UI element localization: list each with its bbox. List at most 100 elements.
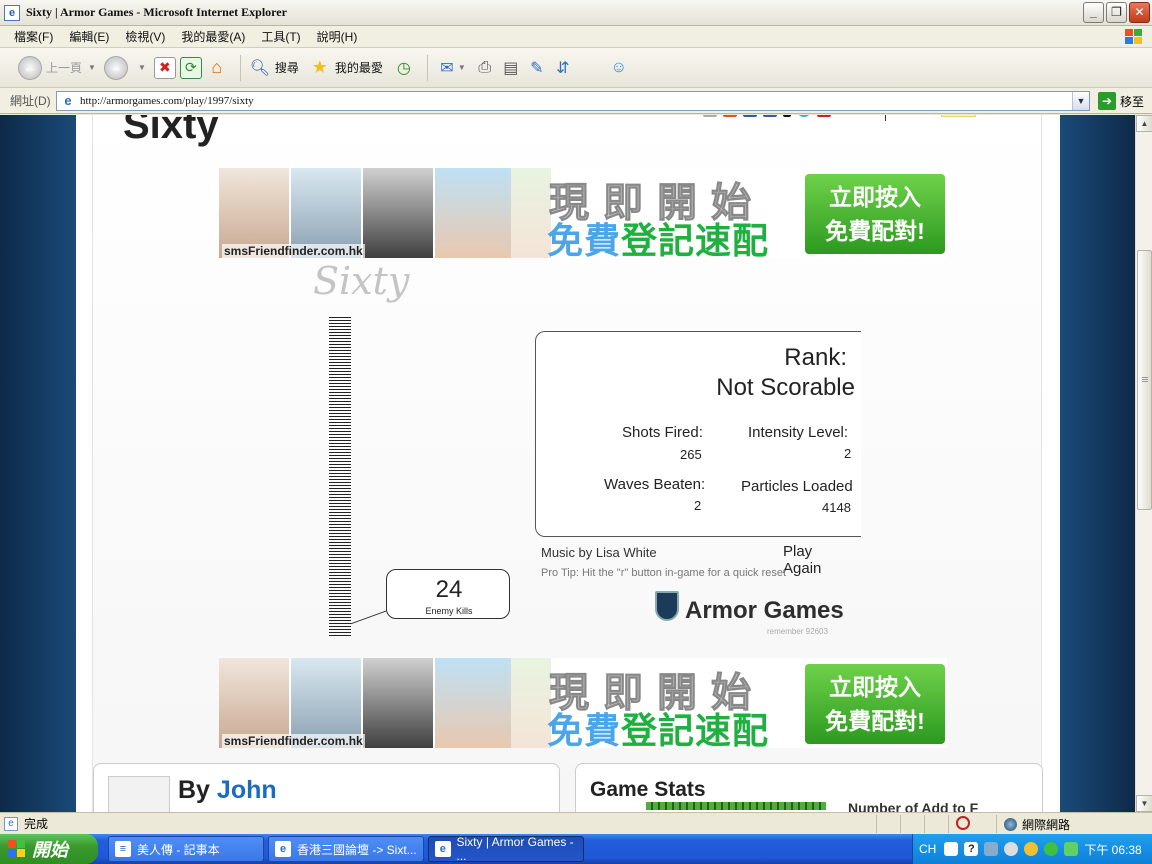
go-button[interactable]: ➔ 移至 (1098, 92, 1144, 110)
kills-pointer (351, 585, 391, 625)
taskbar: 開始 ≡ 美人傳 - 記事本 e 香港三國論壇 -> Sixt... e Six… (0, 834, 1152, 864)
ime-icon[interactable] (984, 842, 999, 856)
taskbar-item-forum[interactable]: e 香港三國論壇 -> Sixt... (268, 836, 424, 862)
taskbar-item-sixty[interactable]: e Sixty | Armor Games - ... (428, 835, 584, 863)
ad-photo-5 (511, 658, 551, 748)
address-dropdown-icon[interactable]: ▼ (1072, 92, 1089, 110)
help-icon[interactable]: ? (964, 842, 979, 856)
game-stats-bar (646, 802, 826, 810)
edit-page-icon[interactable]: ▤ (500, 57, 522, 79)
game-logo: Sixty (313, 259, 410, 303)
address-input[interactable]: e http://armorgames.com/play/1997/sixty … (56, 91, 1090, 111)
ad-cta-button[interactable]: 立即按入 免費配對! (805, 664, 945, 744)
system-tray: CH ? 下午 06:38 (912, 834, 1152, 864)
security-tray-icon[interactable] (1064, 842, 1079, 856)
address-url[interactable]: http://armorgames.com/play/1997/sixty (80, 95, 254, 107)
scroll-up-icon[interactable]: ▲ (1136, 115, 1152, 132)
search-button[interactable]: 🔍︎ 搜尋 (249, 57, 299, 79)
kills-value: 24 (435, 576, 463, 603)
security-zone: 網際網路 (1004, 816, 1070, 833)
history-icon[interactable]: ◷ (393, 57, 415, 79)
forward-dropdown-icon[interactable]: ▼ (138, 63, 146, 72)
discuss-icon[interactable]: ✎ (526, 57, 548, 79)
ad-subline-blue: 免費 (547, 710, 622, 748)
close-button[interactable]: ✕ (1129, 2, 1150, 23)
maximize-button[interactable]: ❐ (1106, 2, 1127, 23)
page-title: Sixty (123, 115, 219, 147)
research-icon[interactable]: ⇵ (552, 57, 574, 79)
ad-subline: 免費登記速配 (547, 702, 769, 748)
messenger-tray-icon[interactable] (1024, 842, 1039, 856)
collapse-tray-icon[interactable] (1004, 842, 1019, 856)
windows-logo-icon (8, 840, 26, 858)
vertical-scrollbar[interactable]: ▲ ▼ (1135, 115, 1152, 812)
print-icon[interactable]: ⎙ (474, 57, 496, 79)
popup-blocker-icon[interactable] (956, 816, 970, 830)
game-stats-title: Game Stats (590, 778, 706, 801)
forward-button[interactable]: → (103, 55, 132, 80)
menu-edit[interactable]: 編輯(E) (69, 28, 109, 45)
stop-icon[interactable]: ✖ (153, 56, 176, 79)
taskbar-item-notepad[interactable]: ≡ 美人傳 - 記事本 (108, 836, 264, 862)
menu-bar: 檔案(F) 編輯(E) 檢視(V) 我的最愛(A) 工具(T) 說明(H) (0, 26, 1152, 48)
address-label: 網址(D) (10, 94, 51, 108)
menu-view[interactable]: 檢視(V) (125, 28, 165, 45)
back-label: 上一頁 (46, 61, 83, 75)
task-label: 美人傳 - 記事本 (137, 842, 220, 857)
network-tray-icon[interactable] (1044, 842, 1059, 856)
status-divider (900, 815, 901, 833)
author-link[interactable]: John (217, 776, 277, 804)
facebook-share-icon[interactable] (763, 115, 777, 117)
play-again-button[interactable]: Play Again (783, 543, 853, 577)
delicious-share-icon[interactable] (723, 115, 737, 117)
menu-file[interactable]: 檔案(F) (14, 28, 53, 45)
address-bar: 網址(D) e http://armorgames.com/play/1997/… (0, 88, 1152, 114)
task-label: Sixty | Armor Games - ... (456, 835, 574, 863)
armor-games-sub: remember 92603 (767, 627, 828, 636)
status-divider (876, 815, 877, 833)
home-icon[interactable]: ⌂ (206, 57, 228, 79)
stumble-share-icon[interactable] (797, 115, 811, 117)
mail-dropdown-icon[interactable]: ▼ (458, 63, 466, 72)
waves-beaten-label: Waves Beaten: (604, 476, 706, 493)
menu-help[interactable]: 說明(H) (317, 28, 358, 45)
game-canvas[interactable]: Sixty 24 Enemy Kills Rank: Not Scorable … (293, 259, 861, 639)
task-label: 香港三國論壇 -> Sixt... (297, 842, 417, 857)
back-dropdown-icon[interactable]: ▼ (88, 63, 96, 72)
ie-icon: e (435, 841, 451, 857)
particles-loaded-value: 4148 (822, 500, 851, 515)
language-indicator[interactable]: CH (919, 842, 936, 856)
scroll-down-icon[interactable]: ▼ (1136, 795, 1152, 812)
status-divider (924, 815, 925, 833)
ie-icon: e (275, 841, 291, 857)
mail-icon[interactable]: ✉ (436, 57, 458, 79)
menu-favorites[interactable]: 我的最愛(A) (181, 28, 245, 45)
menu-tools[interactable]: 工具(T) (261, 28, 300, 45)
window-titlebar: e Sixty | Armor Games - Microsoft Intern… (0, 0, 1152, 26)
start-button[interactable]: 開始 (0, 834, 98, 864)
page-content: Sixty digg submit smsFriendfinder.co (92, 115, 1043, 812)
status-divider (996, 815, 997, 833)
ad-photo-4 (435, 168, 511, 258)
scrollbar-thumb[interactable] (1137, 250, 1152, 510)
email-share-icon[interactable] (703, 115, 717, 117)
ad-subline-green: 登記速配 (621, 710, 770, 748)
refresh-icon[interactable]: ⟳ (179, 56, 202, 79)
pro-tip: Pro Tip: Hit the "r" button in-game for … (541, 567, 787, 579)
page-status-icon: e (4, 816, 18, 831)
armor-games-logo[interactable]: Armor Games remember 92603 (651, 587, 851, 637)
zone-label: 網際網路 (1022, 818, 1071, 832)
myspace-share-icon[interactable] (783, 115, 791, 117)
digg-submit-button[interactable]: submit (941, 115, 976, 117)
favorites-button[interactable]: ★ 我的最愛 (309, 57, 383, 79)
keyboard-icon[interactable] (944, 842, 959, 856)
kills-bubble: 24 Enemy Kills (386, 569, 510, 619)
reddit-share-icon[interactable] (817, 115, 831, 117)
digg-share-icon[interactable] (743, 115, 757, 117)
ad-cta-button[interactable]: 立即按入 免費配對! (805, 174, 945, 254)
ad-banner-top[interactable]: smsFriendfinder.com.hk 現即開始 免費登記速配 立即按入 … (219, 168, 947, 258)
messenger-icon[interactable]: ☺ (608, 57, 630, 79)
back-button[interactable]: ← 上一頁 (18, 55, 83, 80)
minimize-button[interactable]: _ (1083, 2, 1104, 23)
ad-banner-bottom[interactable]: smsFriendfinder.com.hk 現即開始 免費登記速配 立即按入 … (219, 658, 947, 748)
